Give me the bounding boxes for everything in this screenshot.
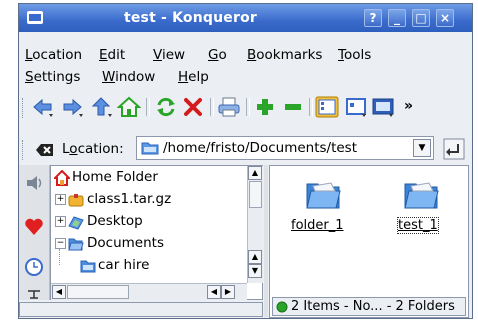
zoom-in-icon[interactable] xyxy=(253,96,277,118)
toolbar-separator xyxy=(210,98,214,116)
icon-view-icon[interactable] xyxy=(315,96,339,118)
folder-icon xyxy=(80,260,96,273)
back-icon[interactable] xyxy=(31,96,55,118)
menu-edit[interactable]: Edit xyxy=(99,47,125,63)
file-name: folder_1 xyxy=(291,218,344,233)
help-button[interactable]: ? xyxy=(364,9,382,27)
expand-icon[interactable]: + xyxy=(55,194,66,205)
folder-icon xyxy=(404,182,439,209)
location-input[interactable]: /home/fristo/Documents/test ▼ xyxy=(136,136,434,160)
preview-icon[interactable] xyxy=(371,96,395,118)
expand-icon[interactable]: + xyxy=(55,216,66,227)
file-name: test_1 xyxy=(397,217,439,234)
menu-go[interactable]: Go xyxy=(208,47,227,63)
menu-bar: Location Edit View Go Bookmarks Tools Se… xyxy=(19,33,472,85)
scroll-down-button[interactable]: ▼ xyxy=(248,264,262,278)
main-toolbar: » xyxy=(19,92,472,122)
go-icon[interactable] xyxy=(443,138,465,160)
scroll-thumb[interactable] xyxy=(67,285,129,299)
konqueror-window: test - Konqueror ? _ □ × Location Edit V… xyxy=(18,3,473,319)
tree-view-icon[interactable] xyxy=(344,96,368,118)
maximize-button[interactable]: □ xyxy=(412,9,430,27)
menu-help[interactable]: Help xyxy=(178,69,209,85)
tree-status-bar xyxy=(19,302,263,317)
panel-splitter[interactable] xyxy=(264,165,268,317)
toolbar-handle[interactable] xyxy=(22,140,27,160)
tree-vertical-scrollbar[interactable]: ▲ ▲ ▼ xyxy=(247,166,263,283)
file-item-folder-1[interactable]: folder_1 xyxy=(288,178,358,238)
scroll-left-button[interactable]: ◀ xyxy=(207,285,221,299)
location-bar: Location: /home/fristo/Documents/test ▼ xyxy=(19,134,472,164)
file-view: folder_1 test_1 xyxy=(269,165,469,318)
toolbar-separator xyxy=(246,98,250,116)
title-bar[interactable]: test - Konqueror ? _ □ × xyxy=(19,4,472,32)
zoom-out-icon[interactable] xyxy=(281,96,305,118)
history-clock-icon[interactable] xyxy=(24,257,44,277)
menu-location[interactable]: Location xyxy=(25,47,82,63)
forward-icon[interactable] xyxy=(61,96,85,118)
navigation-panel-tabs xyxy=(19,165,50,300)
location-path: /home/fristo/Documents/test xyxy=(163,140,358,156)
folder-icon xyxy=(141,142,159,155)
network-icon[interactable] xyxy=(26,289,42,299)
folder-icon xyxy=(306,182,341,209)
folder-tree: Home Folder + class1.tar.gz + Desktop − xyxy=(50,165,263,300)
scroll-up-button[interactable]: ▲ xyxy=(248,250,262,264)
toolbar-overflow-button[interactable]: » xyxy=(404,98,413,114)
location-history-dropdown[interactable]: ▼ xyxy=(413,139,431,157)
scroll-thumb[interactable] xyxy=(249,181,262,208)
home-folder-icon xyxy=(54,170,70,186)
menu-window[interactable]: Window xyxy=(102,69,155,85)
window-title: test - Konqueror xyxy=(123,10,258,26)
clear-location-icon[interactable] xyxy=(36,143,54,157)
collapse-icon[interactable]: − xyxy=(55,238,66,249)
location-label: Location: xyxy=(62,141,124,157)
up-icon[interactable] xyxy=(90,96,114,118)
scroll-up-button[interactable]: ▲ xyxy=(248,166,262,180)
toolbar-separator xyxy=(146,98,150,116)
menu-settings[interactable]: Settings xyxy=(25,69,80,85)
close-button[interactable]: × xyxy=(436,9,454,27)
home-icon[interactable] xyxy=(117,96,141,118)
reload-icon[interactable] xyxy=(154,96,178,118)
minimize-button[interactable]: _ xyxy=(388,9,406,27)
status-bar: 2 Items - No... - 2 Folders xyxy=(272,297,466,316)
file-item-test-1[interactable]: test_1 xyxy=(388,178,458,238)
toolbar-handle[interactable] xyxy=(22,98,27,118)
menu-tools[interactable]: Tools xyxy=(338,47,371,63)
scroll-right-button[interactable]: ▶ xyxy=(221,285,235,299)
stop-icon[interactable] xyxy=(181,96,205,118)
menu-bookmarks[interactable]: Bookmarks xyxy=(247,47,322,63)
archive-icon xyxy=(68,194,84,207)
tree-horizontal-scrollbar[interactable]: ◀ ◀ ▶ xyxy=(51,283,247,300)
status-text: 2 Items - No... - 2 Folders xyxy=(291,299,455,314)
menu-view[interactable]: View xyxy=(153,47,185,63)
status-indicator-icon xyxy=(276,301,288,313)
print-icon[interactable] xyxy=(217,96,241,118)
speaker-icon[interactable] xyxy=(24,173,44,193)
toolbar-separator xyxy=(309,98,313,116)
open-folder-icon xyxy=(68,238,84,251)
tree-branch-line xyxy=(59,249,61,265)
desktop-icon xyxy=(68,216,84,230)
bookmarks-heart-icon[interactable] xyxy=(24,217,44,237)
scroll-left-button[interactable]: ◀ xyxy=(52,285,66,299)
